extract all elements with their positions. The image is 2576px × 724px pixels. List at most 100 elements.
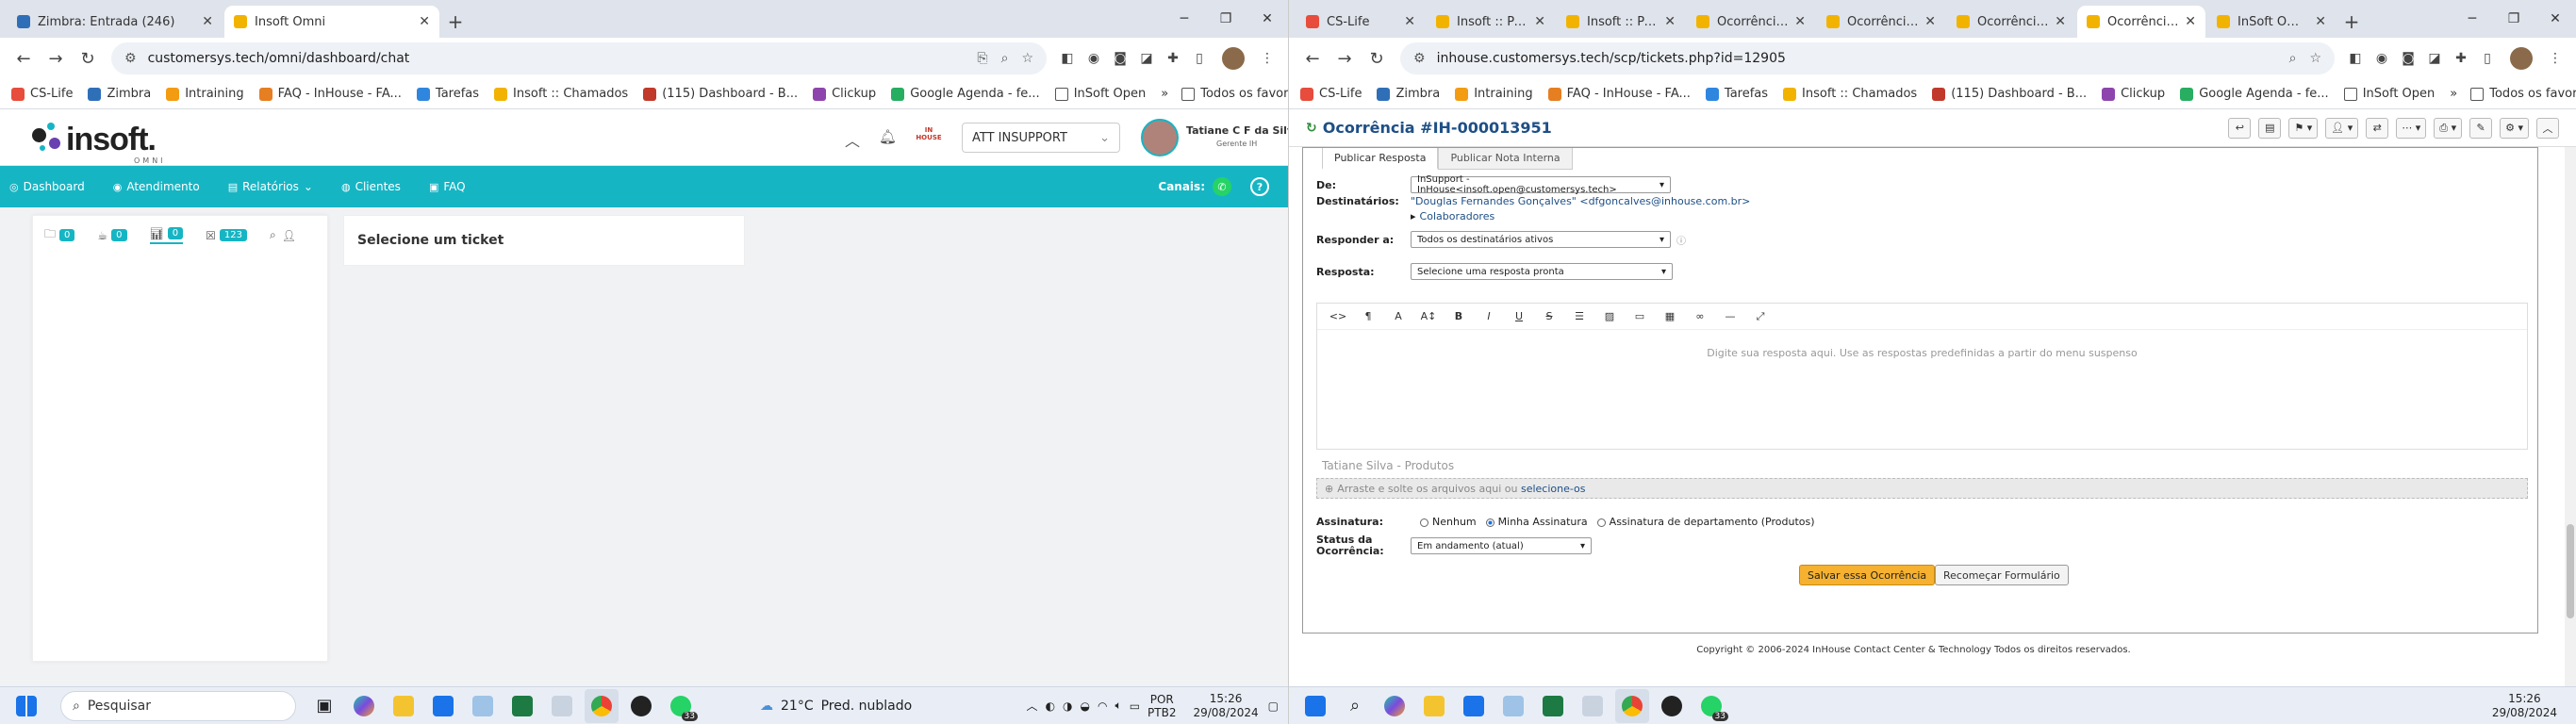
- address-bar[interactable]: ⚙ customersys.tech/omni/dashboard/chat ⎘…: [111, 42, 1047, 74]
- reply-to-select[interactable]: Todos os destinatários ativos ▾: [1411, 231, 1671, 248]
- reload-icon[interactable]: ↻: [72, 42, 104, 74]
- close-icon[interactable]: ✕: [202, 14, 213, 29]
- tab-ocorrencia[interactable]: Ocorrência #✕: [1687, 6, 1815, 38]
- tab-ocorrencia-active[interactable]: Ocorrência #✕: [2077, 6, 2205, 38]
- signature-department[interactable]: Assinatura de departamento (Produtos): [1588, 516, 1815, 528]
- counter-closed[interactable]: ☒ 123: [206, 229, 247, 242]
- profile-avatar[interactable]: [2510, 47, 2533, 70]
- nav-dashboard[interactable]: ◎ Dashboard: [9, 180, 85, 193]
- video-icon[interactable]: ▭: [1625, 310, 1655, 322]
- file-explorer-icon[interactable]: [1417, 689, 1451, 723]
- chrome-icon[interactable]: [1615, 688, 1649, 723]
- italic-icon[interactable]: I: [1474, 310, 1504, 322]
- user-icon[interactable]: 👤︎: [282, 229, 296, 242]
- all-bookmarks[interactable]: »Todos os favoritos: [2450, 87, 2576, 101]
- sidepanel-icon[interactable]: ▯: [2474, 45, 2501, 72]
- notification-icon[interactable]: ▢: [1268, 699, 1279, 713]
- puzzle-icon[interactable]: ✚: [2448, 45, 2474, 72]
- bookmark-item[interactable]: CS-Life: [11, 87, 73, 101]
- minimize-icon[interactable]: ─: [2452, 0, 2493, 38]
- bookmark-item[interactable]: (115) Dashboard - B...: [643, 87, 798, 101]
- forward-icon[interactable]: →: [1329, 42, 1361, 74]
- list-icon[interactable]: ☰: [1564, 310, 1594, 322]
- tab-zimbra[interactable]: Zimbra: Entrada (246) ✕: [8, 6, 223, 38]
- tray-icon[interactable]: ◒: [1081, 699, 1090, 713]
- battery-icon[interactable]: ▭: [1130, 699, 1140, 713]
- bookmark-item[interactable]: Google Agenda - fe...: [891, 87, 1040, 101]
- counter-stats[interactable]: 📊︎ 0: [149, 227, 184, 244]
- help-icon[interactable]: ?: [1250, 177, 1269, 196]
- tab-ocorrencia[interactable]: Ocorrência #✕: [1817, 6, 1945, 38]
- tab-insoft-painel[interactable]: Insoft :: Paine✕: [1557, 6, 1685, 38]
- extension-icon[interactable]: ◪: [1133, 45, 1160, 72]
- copilot-icon[interactable]: [347, 689, 381, 723]
- file-drop-zone[interactable]: ⊕ Arraste e solte os arquivos aqui ou se…: [1316, 478, 2528, 499]
- tab-post-reply[interactable]: Publicar Resposta: [1322, 148, 1439, 170]
- zoom-icon[interactable]: ⌕: [2289, 51, 2297, 66]
- search-icon[interactable]: ⌕: [1338, 689, 1372, 723]
- bookmark-item[interactable]: Clickup: [813, 87, 876, 101]
- bookmark-item[interactable]: Intraining: [166, 87, 244, 101]
- bookmark-item[interactable]: (115) Dashboard - B...: [1932, 87, 2087, 101]
- nav-atendimento[interactable]: ◉ Atendimento: [113, 180, 200, 193]
- address-bar[interactable]: ⚙ inhouse.customersys.tech/scp/tickets.p…: [1400, 42, 2335, 74]
- font-size-icon[interactable]: A↕: [1413, 310, 1444, 322]
- volume-icon[interactable]: 🔈︎: [1115, 699, 1122, 713]
- nav-clientes[interactable]: ◍ Clientes: [341, 180, 401, 193]
- bookmark-star-icon[interactable]: ☆: [1021, 51, 1033, 66]
- print-icon[interactable]: ⎙ ▾: [2434, 117, 2463, 139]
- weather-widget[interactable]: ☁ 21°C Pred. nublado: [760, 699, 912, 714]
- app-icon[interactable]: [466, 689, 500, 723]
- whatsapp-icon[interactable]: 33: [1694, 689, 1728, 723]
- menu-icon[interactable]: ⋮: [1254, 45, 1280, 72]
- new-tab-button[interactable]: +: [2337, 6, 2366, 38]
- restore-icon[interactable]: ❐: [1205, 0, 1247, 38]
- forward-icon[interactable]: →: [40, 42, 72, 74]
- mail-icon[interactable]: [1457, 689, 1491, 723]
- whatsapp-icon[interactable]: ✆: [1213, 177, 1231, 196]
- search-icon[interactable]: ⌕: [270, 228, 276, 242]
- taskbar-search[interactable]: ⌕ Pesquisar: [60, 690, 296, 721]
- refresh-icon[interactable]: ↻: [1306, 121, 1317, 136]
- settings-icon[interactable]: ⚙ ▾: [2500, 117, 2529, 139]
- signature-none[interactable]: Nenhum: [1411, 516, 1477, 528]
- chevron-up-icon[interactable]: ︿: [1027, 698, 1038, 714]
- wifi-icon[interactable]: ◠: [1098, 699, 1107, 713]
- clock[interactable]: 15:26 29/08/2024: [2492, 692, 2557, 720]
- excel-icon[interactable]: [1536, 689, 1570, 723]
- app-icon[interactable]: [1576, 689, 1610, 723]
- status-select[interactable]: Em andamento (atual) ▾: [1411, 537, 1592, 554]
- collaborators-link[interactable]: ▸ Colaboradores: [1411, 210, 1494, 222]
- nav-relatorios[interactable]: ▤ Relatórios ⌄: [228, 180, 313, 193]
- image-icon[interactable]: ▨: [1594, 310, 1625, 322]
- reply-editor[interactable]: <> ¶ A A↕ B I U S ☰ ▨ ▭ ▦ ∞ — ⤢ Digite s…: [1316, 303, 2528, 450]
- team-select[interactable]: ATT INSUPPORT ⌄: [962, 123, 1120, 153]
- text-color-icon[interactable]: A: [1383, 310, 1413, 322]
- back-icon[interactable]: ←: [1296, 42, 1329, 74]
- extension-icon[interactable]: ◉: [2369, 45, 2395, 72]
- counter-open[interactable]: 🗀︎ 0: [44, 225, 75, 245]
- bookmark-folder[interactable]: InSoft Open: [1054, 87, 1146, 101]
- task-view-icon[interactable]: ▣: [307, 689, 341, 723]
- bookmark-item[interactable]: CS-Life: [1300, 87, 1362, 101]
- site-info-icon[interactable]: ⚙: [1413, 51, 1426, 66]
- collapse-icon[interactable]: ︿: [845, 128, 860, 151]
- nav-faq[interactable]: ▣ FAQ: [429, 180, 466, 193]
- puzzle-icon[interactable]: ✚: [1160, 45, 1186, 72]
- profile-avatar[interactable]: [1222, 47, 1245, 70]
- windows-start-icon[interactable]: [1298, 689, 1332, 723]
- file-explorer-icon[interactable]: [387, 689, 421, 723]
- language-indicator[interactable]: POR PTB2: [1148, 693, 1176, 719]
- signature-mine[interactable]: Minha Assinatura: [1477, 516, 1588, 528]
- canned-response-select[interactable]: Selecione uma resposta pronta ▾: [1411, 263, 1673, 280]
- more-icon[interactable]: ⋯ ▾: [2396, 117, 2427, 139]
- minimize-icon[interactable]: ─: [1164, 0, 1205, 38]
- table-icon[interactable]: ▦: [1655, 310, 1685, 322]
- bookmark-item[interactable]: Clickup: [2102, 87, 2165, 101]
- menu-icon[interactable]: ⋮: [2542, 45, 2568, 72]
- help-icon[interactable]: ⓘ: [1676, 233, 1686, 247]
- excel-icon[interactable]: [505, 689, 539, 723]
- assign-user-icon[interactable]: 👤︎ ▾: [2325, 117, 2359, 139]
- edit-icon[interactable]: ✎: [2469, 117, 2493, 139]
- bookmark-item[interactable]: Tarefas: [416, 87, 479, 101]
